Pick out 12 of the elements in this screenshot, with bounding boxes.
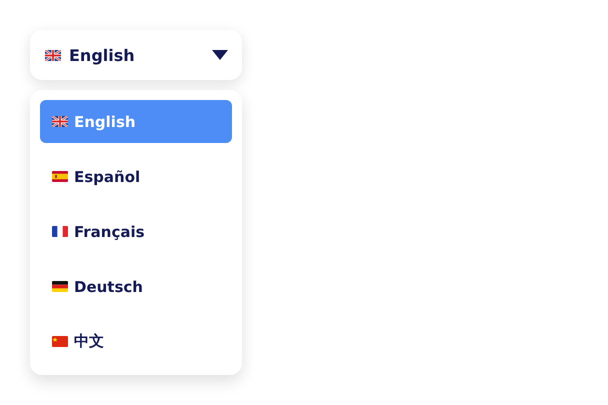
union-flag-icon <box>52 116 68 127</box>
language-option[interactable]: Français <box>40 210 232 253</box>
spain-flag-icon <box>52 171 68 182</box>
tricolor-flag-icon <box>52 281 68 292</box>
tricolor-flag-icon <box>52 226 68 237</box>
language-dropdown[interactable]: English <box>30 30 242 80</box>
language-option[interactable]: Español <box>40 155 232 198</box>
star-flag-icon <box>52 336 68 347</box>
language-option[interactable]: 中文 <box>40 320 232 363</box>
language-option[interactable]: Deutsch <box>40 265 232 308</box>
union-flag-icon <box>45 50 61 60</box>
caret-icon <box>212 50 228 60</box>
